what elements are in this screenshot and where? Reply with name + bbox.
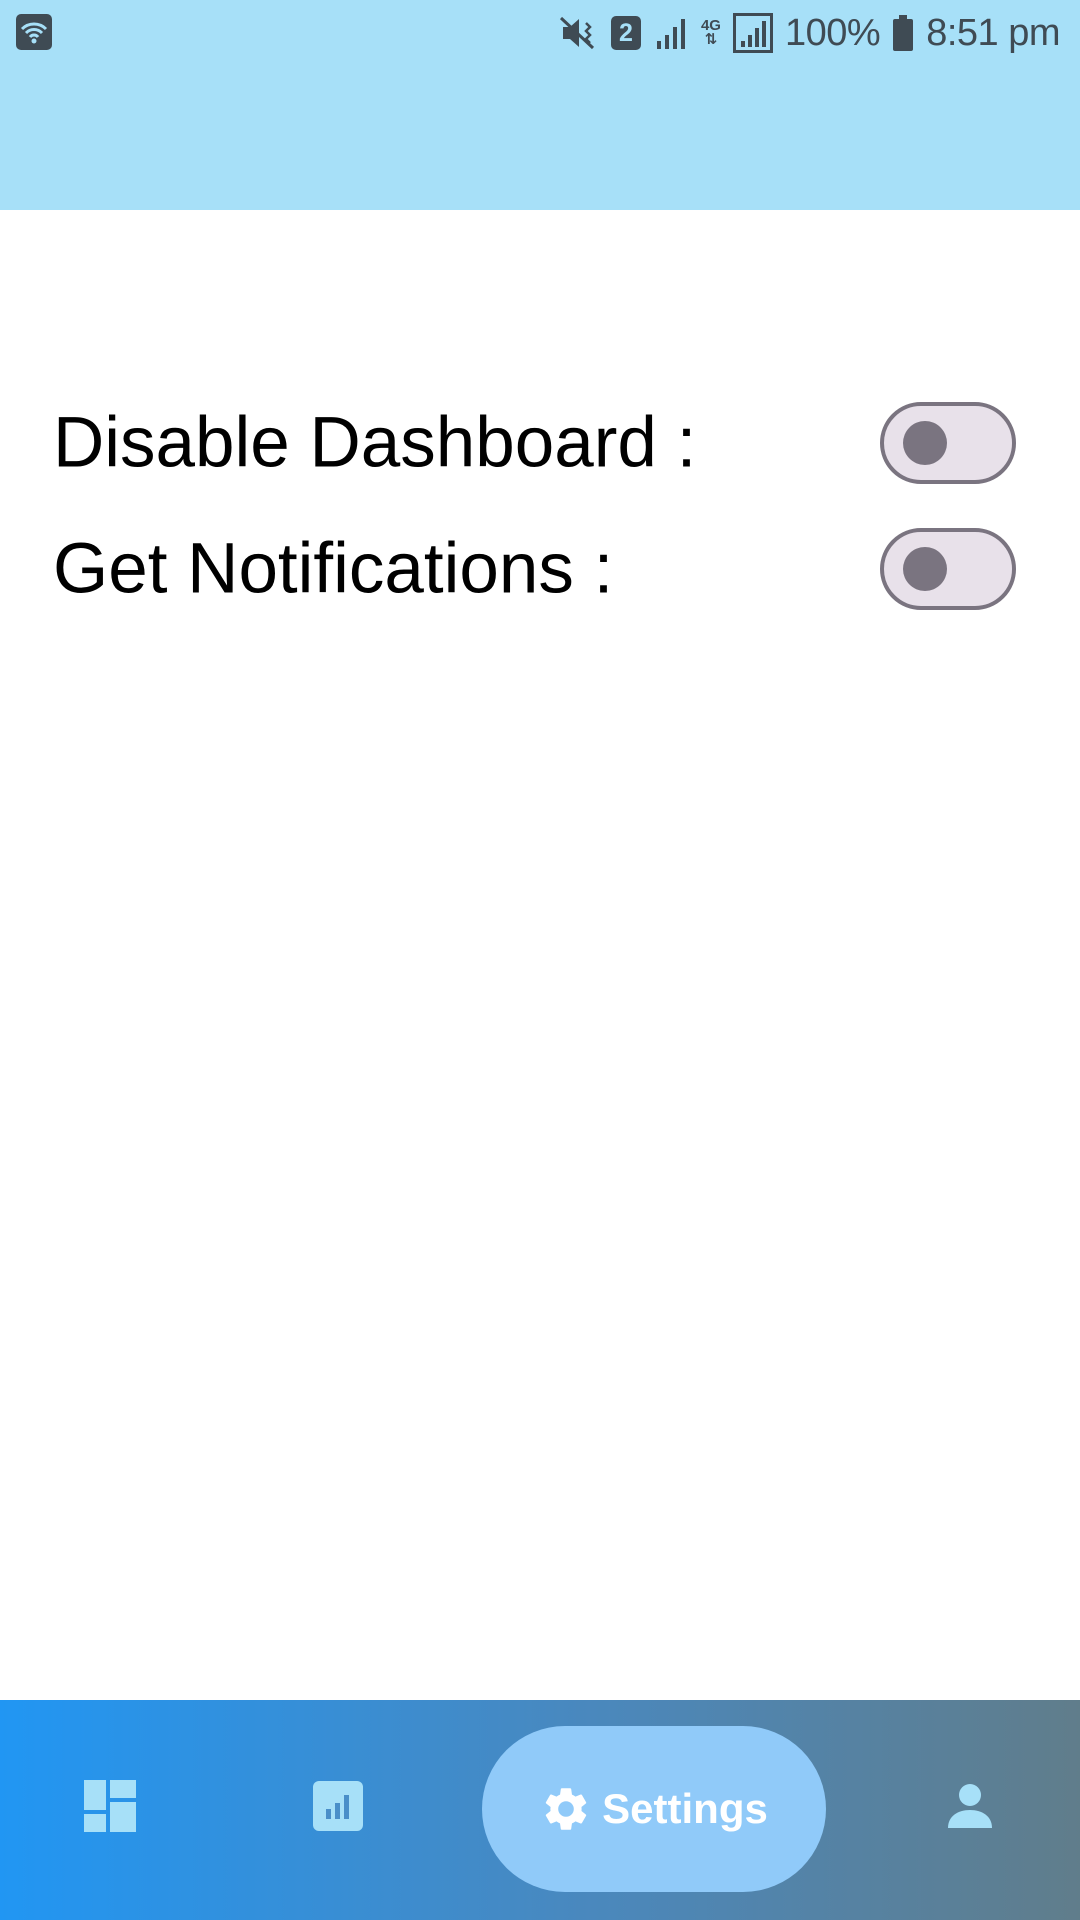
- disable-dashboard-label: Disable Dashboard :: [53, 403, 697, 483]
- wifi-icon: [16, 14, 52, 50]
- bottom-navigation: Settings: [0, 1700, 1080, 1920]
- signal-icon: [656, 19, 685, 49]
- setting-row-disable-dashboard: Disable Dashboard :: [0, 380, 1080, 506]
- get-notifications-toggle[interactable]: [880, 528, 1016, 610]
- settings-list: Disable Dashboard : Get Notifications :: [0, 380, 1080, 632]
- status-bar: 2 4G ⇅ 100% 8:51 pm: [0, 0, 1080, 66]
- signal-icon: [732, 13, 773, 53]
- nav-item-profile[interactable]: [920, 1756, 1020, 1856]
- status-time: 8:51 pm: [926, 11, 1060, 54]
- setting-row-get-notifications: Get Notifications :: [0, 506, 1080, 632]
- battery-percent: 100%: [784, 11, 881, 54]
- person-icon: [948, 1784, 992, 1828]
- toggle-knob: [903, 547, 947, 591]
- nav-item-settings[interactable]: Settings: [482, 1726, 826, 1892]
- get-notifications-label: Get Notifications :: [53, 529, 614, 609]
- disable-dashboard-toggle[interactable]: [880, 402, 1016, 484]
- nav-item-dashboard[interactable]: [60, 1756, 160, 1856]
- nav-settings-label: Settings: [602, 1785, 768, 1832]
- gear-icon: [545, 1788, 587, 1830]
- nav-item-stats[interactable]: [288, 1756, 388, 1856]
- toggle-knob: [903, 421, 947, 465]
- dashboard-icon: [84, 1780, 136, 1832]
- battery-icon: [893, 15, 914, 51]
- mute-vibrate-icon: [559, 16, 594, 50]
- stats-icon: [313, 1781, 363, 1831]
- 4g-icon: 4G ⇅: [701, 18, 721, 48]
- data-arrows-icon: ⇅: [704, 31, 718, 48]
- app-header: 2 4G ⇅ 100% 8:51 pm: [0, 0, 1080, 210]
- sim-2-icon: 2: [610, 16, 641, 50]
